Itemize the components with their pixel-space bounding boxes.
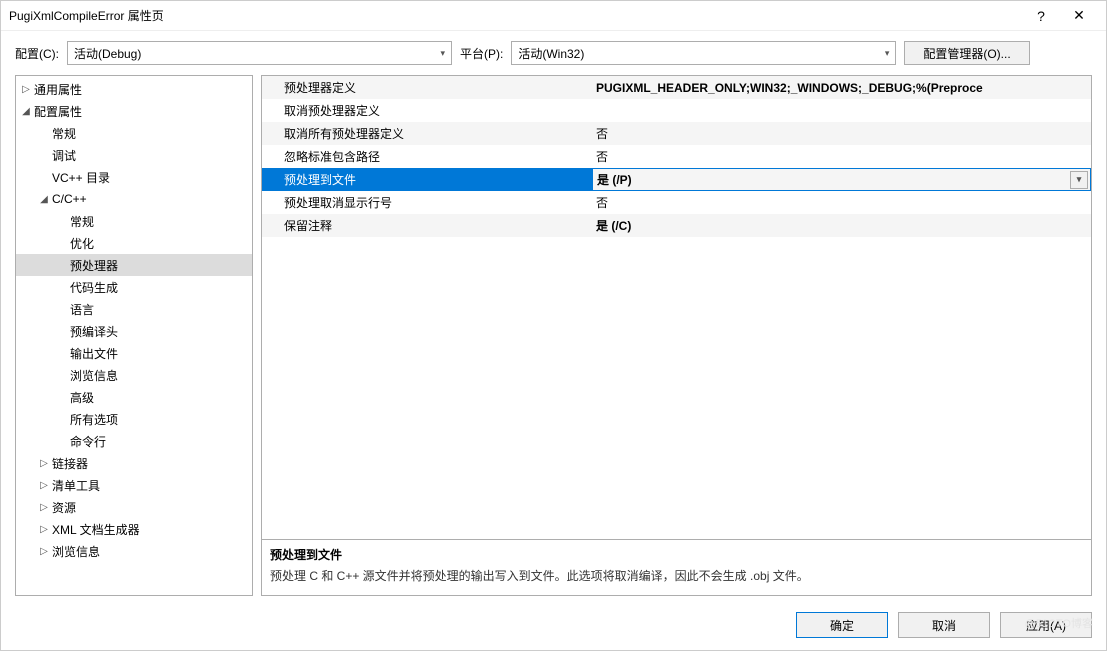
tree-item[interactable]: ◢C/C++ — [16, 188, 252, 210]
expand-closed-icon[interactable]: ▷ — [20, 84, 32, 95]
property-name: 忽略标准包含路径 — [262, 145, 592, 168]
config-combobox[interactable]: 活动(Debug) ▾ — [67, 41, 452, 65]
config-value: 活动(Debug) — [74, 45, 440, 62]
tree-item-label: 常规 — [52, 125, 76, 142]
tree-item[interactable]: ▷XML 文档生成器 — [16, 518, 252, 540]
apply-button[interactable]: 应用(A) — [1000, 612, 1092, 638]
tree-item-label: 代码生成 — [70, 279, 118, 296]
config-manager-button[interactable]: 配置管理器(O)... — [904, 41, 1029, 65]
close-button[interactable]: ✕ — [1060, 2, 1098, 30]
cancel-button[interactable]: 取消 — [898, 612, 990, 638]
property-value[interactable]: 否 — [592, 191, 1091, 214]
dropdown-arrow-icon[interactable]: ▾ — [1070, 171, 1088, 189]
property-row[interactable]: 预处理到文件是 (/P)▾ — [262, 168, 1091, 191]
platform-combobox[interactable]: 活动(Win32) ▾ — [511, 41, 896, 65]
tree-item[interactable]: 浏览信息 — [16, 364, 252, 386]
property-panel: 预处理器定义PUGIXML_HEADER_ONLY;WIN32;_WINDOWS… — [261, 75, 1092, 596]
tree-item-label: 配置属性 — [34, 103, 82, 120]
property-value[interactable]: 否 — [592, 145, 1091, 168]
platform-value: 活动(Win32) — [518, 45, 884, 62]
property-value[interactable]: 是 (/C) — [592, 214, 1091, 237]
dialog-footer: 确定 取消 应用(A) — [1, 604, 1106, 650]
expand-closed-icon[interactable]: ▷ — [38, 502, 50, 513]
property-row[interactable]: 预处理器定义PUGIXML_HEADER_ONLY;WIN32;_WINDOWS… — [262, 76, 1091, 99]
description-text: 预处理 C 和 C++ 源文件并将预处理的输出写入到文件。此选项将取消编译，因此… — [270, 567, 1083, 584]
tree-item-label: XML 文档生成器 — [52, 521, 140, 538]
tree-item[interactable]: ▷通用属性 — [16, 78, 252, 100]
chevron-down-icon: ▾ — [440, 48, 445, 59]
property-row[interactable]: 忽略标准包含路径否 — [262, 145, 1091, 168]
property-value[interactable]: 是 (/P)▾ — [592, 168, 1091, 191]
property-tree[interactable]: ▷通用属性◢配置属性常规调试VC++ 目录◢C/C++常规优化预处理器代码生成语… — [15, 75, 253, 596]
property-row[interactable]: 取消预处理器定义 — [262, 99, 1091, 122]
tree-item-label: VC++ 目录 — [52, 169, 110, 186]
config-label: 配置(C): — [15, 45, 59, 62]
property-name: 预处理取消显示行号 — [262, 191, 592, 214]
tree-item[interactable]: ▷浏览信息 — [16, 540, 252, 562]
property-grid[interactable]: 预处理器定义PUGIXML_HEADER_ONLY;WIN32;_WINDOWS… — [262, 76, 1091, 539]
expand-closed-icon[interactable]: ▷ — [38, 524, 50, 535]
property-row[interactable]: 取消所有预处理器定义否 — [262, 122, 1091, 145]
property-value[interactable]: 否 — [592, 122, 1091, 145]
tree-item-label: 浏览信息 — [70, 367, 118, 384]
property-name: 预处理器定义 — [262, 76, 592, 99]
tree-item-label: 常规 — [70, 213, 94, 230]
tree-item[interactable]: 常规 — [16, 210, 252, 232]
tree-item[interactable]: 优化 — [16, 232, 252, 254]
tree-item[interactable]: ◢配置属性 — [16, 100, 252, 122]
titlebar: PugiXmlCompileError 属性页 ? ✕ — [1, 1, 1106, 31]
tree-item-label: 浏览信息 — [52, 543, 100, 560]
tree-item-label: 资源 — [52, 499, 76, 516]
property-name: 取消预处理器定义 — [262, 99, 592, 122]
tree-item-label: 输出文件 — [70, 345, 118, 362]
tree-item[interactable]: ▷资源 — [16, 496, 252, 518]
tree-item-label: 语言 — [70, 301, 94, 318]
tree-item[interactable]: ▷清单工具 — [16, 474, 252, 496]
tree-item[interactable]: 预编译头 — [16, 320, 252, 342]
expand-open-icon[interactable]: ◢ — [38, 194, 50, 205]
property-row[interactable]: 预处理取消显示行号否 — [262, 191, 1091, 214]
description-title: 预处理到文件 — [270, 546, 1083, 563]
tree-item-label: 所有选项 — [70, 411, 118, 428]
tree-item[interactable]: ▷链接器 — [16, 452, 252, 474]
tree-item-label: 通用属性 — [34, 81, 82, 98]
tree-item-label: 高级 — [70, 389, 94, 406]
tree-item-label: 优化 — [70, 235, 94, 252]
platform-label: 平台(P): — [460, 45, 503, 62]
expand-closed-icon[interactable]: ▷ — [38, 546, 50, 557]
tree-item[interactable]: 命令行 — [16, 430, 252, 452]
tree-item-label: 链接器 — [52, 455, 88, 472]
tree-item-label: C/C++ — [52, 192, 87, 206]
tree-item-label: 调试 — [52, 147, 76, 164]
tree-item-label: 清单工具 — [52, 477, 100, 494]
tree-item[interactable]: 调试 — [16, 144, 252, 166]
description-panel: 预处理到文件 预处理 C 和 C++ 源文件并将预处理的输出写入到文件。此选项将… — [262, 539, 1091, 595]
tree-item-label: 预编译头 — [70, 323, 118, 340]
tree-item[interactable]: 高级 — [16, 386, 252, 408]
tree-item-label: 命令行 — [70, 433, 106, 450]
expand-open-icon[interactable]: ◢ — [20, 106, 32, 117]
property-name: 预处理到文件 — [262, 168, 592, 191]
tree-item[interactable]: 语言 — [16, 298, 252, 320]
tree-item[interactable]: 代码生成 — [16, 276, 252, 298]
tree-item[interactable]: 所有选项 — [16, 408, 252, 430]
tree-item[interactable]: 预处理器 — [16, 254, 252, 276]
property-value[interactable] — [592, 99, 1091, 122]
property-name: 取消所有预处理器定义 — [262, 122, 592, 145]
expand-closed-icon[interactable]: ▷ — [38, 458, 50, 469]
ok-button[interactable]: 确定 — [796, 612, 888, 638]
window-title: PugiXmlCompileError 属性页 — [9, 7, 1022, 24]
help-button[interactable]: ? — [1022, 2, 1060, 30]
property-name: 保留注释 — [262, 214, 592, 237]
property-value[interactable]: PUGIXML_HEADER_ONLY;WIN32;_WINDOWS;_DEBU… — [592, 76, 1091, 99]
config-toolbar: 配置(C): 活动(Debug) ▾ 平台(P): 活动(Win32) ▾ 配置… — [1, 31, 1106, 75]
tree-item-label: 预处理器 — [70, 257, 118, 274]
tree-item[interactable]: 输出文件 — [16, 342, 252, 364]
tree-item[interactable]: VC++ 目录 — [16, 166, 252, 188]
expand-closed-icon[interactable]: ▷ — [38, 480, 50, 491]
property-row[interactable]: 保留注释是 (/C) — [262, 214, 1091, 237]
chevron-down-icon: ▾ — [885, 48, 890, 59]
tree-item[interactable]: 常规 — [16, 122, 252, 144]
